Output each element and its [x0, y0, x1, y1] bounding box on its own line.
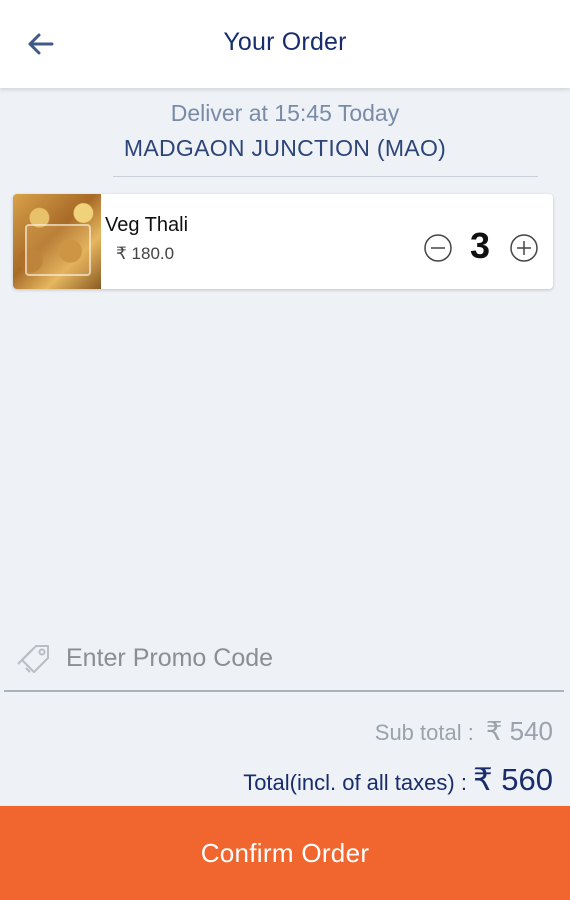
subtotal-row: Sub total : ₹ 540	[375, 716, 553, 747]
item-price: ₹ 180.0	[116, 244, 175, 263]
total-label: Total(incl. of all taxes) :	[243, 770, 467, 795]
promo-code-input[interactable]	[66, 638, 546, 678]
app-header: Your Order	[0, 0, 570, 88]
subtotal-label: Sub total :	[374, 720, 474, 745]
minus-circle-icon	[424, 234, 452, 262]
thali-tray	[25, 224, 91, 276]
tag-icon	[16, 638, 56, 678]
total-value: ₹ 560	[472, 762, 553, 797]
total-row: Total(incl. of all taxes) : ₹ 560	[243, 762, 553, 798]
page-title: Your Order	[223, 28, 347, 56]
quantity-value: 3	[469, 225, 491, 266]
promo-code-row	[0, 630, 570, 690]
decrement-button[interactable]	[423, 233, 453, 263]
station-name: MADGAON JUNCTION (MAO)	[123, 135, 447, 161]
promo-underline	[4, 690, 564, 692]
order-item-card: Veg Thali ₹ 180.0 3	[13, 194, 553, 289]
item-name: Veg Thali	[105, 214, 189, 236]
subtotal-value: ₹ 540	[485, 716, 553, 746]
item-image	[13, 194, 101, 289]
plus-circle-icon	[510, 234, 538, 262]
confirm-order-button[interactable]: Confirm Order	[0, 806, 570, 900]
divider	[113, 176, 538, 177]
increment-button[interactable]	[509, 233, 539, 263]
delivery-time: Deliver at 15:45 Today	[170, 100, 400, 126]
